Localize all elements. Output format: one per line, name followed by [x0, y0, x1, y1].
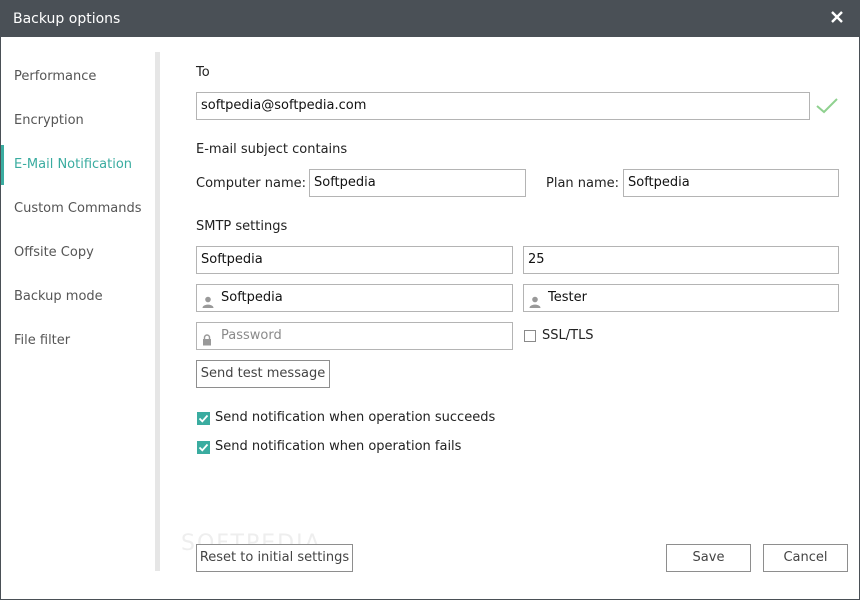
- smtp-server-field[interactable]: Softpedia: [196, 246, 513, 274]
- smtp-password-field[interactable]: Password: [196, 322, 513, 350]
- sidebar-item-backup-mode[interactable]: Backup mode: [1, 277, 151, 317]
- notify-success-label: Send notification when operation succeed…: [215, 410, 496, 425]
- smtp-username-field[interactable]: Softpedia: [196, 284, 513, 312]
- send-test-message-button[interactable]: Send test message: [196, 360, 330, 388]
- sidebar-item-custom-commands[interactable]: Custom Commands: [1, 189, 151, 229]
- smtp-heading: SMTP settings: [196, 219, 288, 234]
- notify-success-checkbox[interactable]: [197, 412, 210, 425]
- close-icon[interactable]: [829, 9, 845, 25]
- computer-name-label: Computer name:: [196, 176, 307, 191]
- cancel-button[interactable]: Cancel: [763, 544, 848, 572]
- sidebar-item-offsite-copy[interactable]: Offsite Copy: [1, 233, 151, 273]
- lock-icon: [202, 330, 212, 356]
- user-icon: [529, 292, 541, 318]
- password-placeholder: Password: [221, 328, 282, 343]
- valid-check-icon: [815, 97, 839, 119]
- plan-name-field[interactable]: Softpedia: [623, 169, 839, 197]
- plan-name-label: Plan name:: [546, 176, 620, 191]
- sidebar-item-performance[interactable]: Performance: [1, 57, 151, 97]
- sidebar-item-file-filter[interactable]: File filter: [1, 321, 151, 361]
- sidebar-item-encryption[interactable]: Encryption: [1, 101, 151, 141]
- smtp-username-value: Softpedia: [221, 290, 283, 305]
- smtp-sender-value: Tester: [548, 290, 587, 305]
- reset-settings-button[interactable]: Reset to initial settings: [196, 544, 353, 572]
- sidebar-item-email-notification[interactable]: E-Mail Notification: [1, 145, 151, 185]
- notify-fail-label: Send notification when operation fails: [215, 439, 462, 454]
- computer-name-field[interactable]: Softpedia: [309, 169, 526, 197]
- title-bar: Backup options: [1, 1, 859, 37]
- ssl-tls-label: SSL/TLS: [542, 328, 594, 343]
- smtp-sender-field[interactable]: Tester: [523, 284, 839, 312]
- subject-heading: E-mail subject contains: [196, 142, 348, 157]
- ssl-tls-checkbox[interactable]: [524, 330, 536, 342]
- window-title: Backup options: [13, 11, 121, 27]
- save-button[interactable]: Save: [666, 544, 751, 572]
- user-icon: [202, 292, 214, 318]
- smtp-port-field[interactable]: 25: [523, 246, 839, 274]
- to-email-field[interactable]: softpedia@softpedia.com: [196, 92, 810, 120]
- to-label: To: [196, 65, 210, 80]
- sidebar-divider: [155, 52, 160, 571]
- notify-fail-checkbox[interactable]: [197, 441, 210, 454]
- backup-options-window: Backup options Performance Encryption E-…: [0, 0, 860, 600]
- sidebar: Performance Encryption E-Mail Notificati…: [1, 37, 160, 571]
